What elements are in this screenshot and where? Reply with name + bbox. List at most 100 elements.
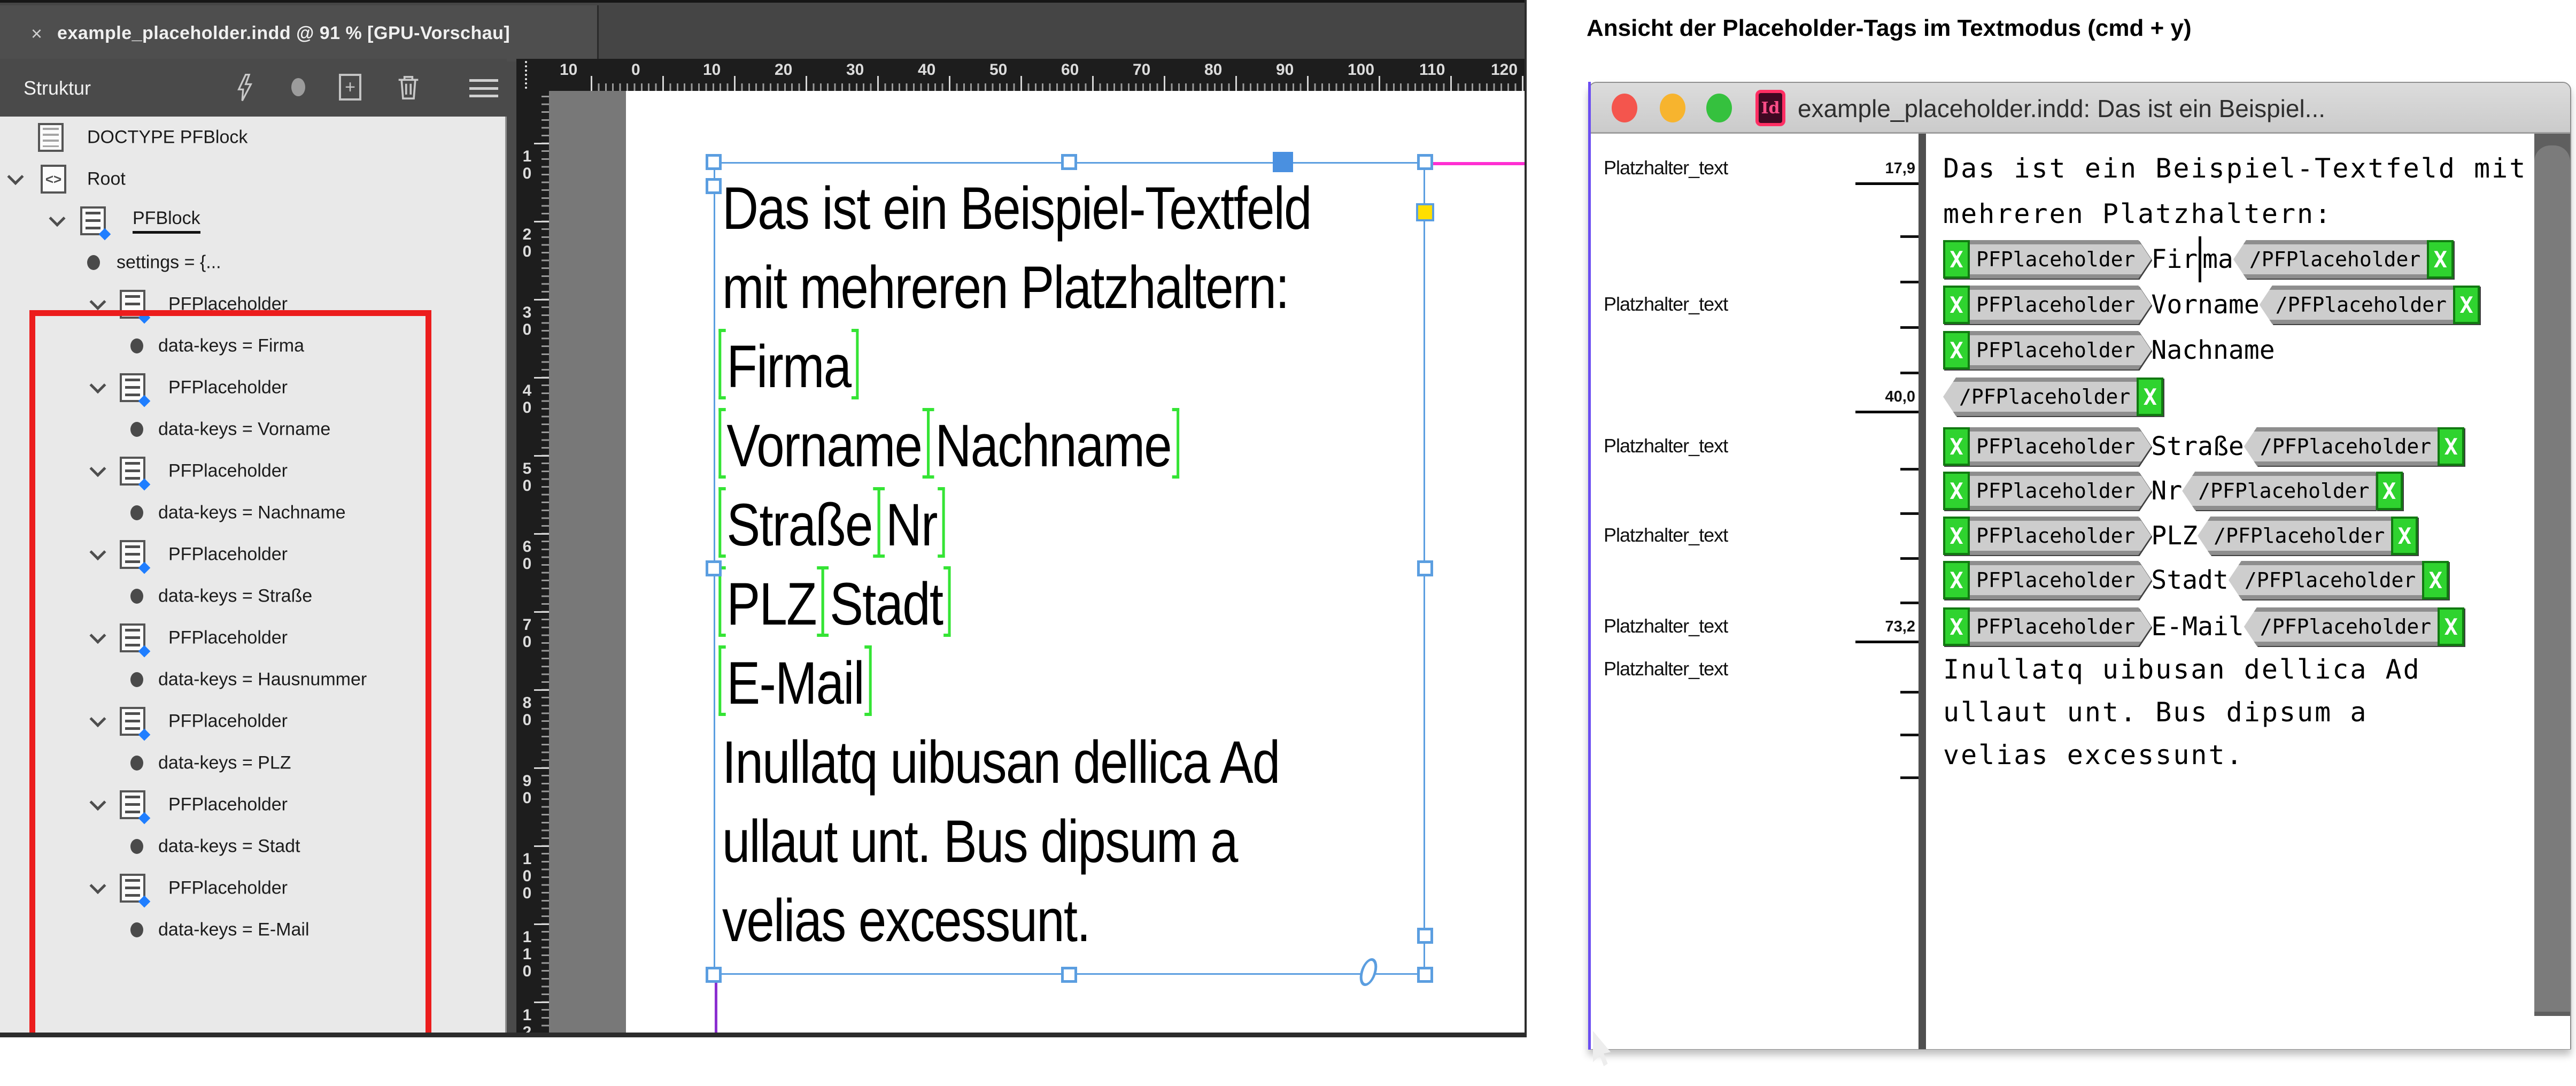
tree-row-data-keys-vorname[interactable]: data-keys = Vorname	[0, 409, 507, 450]
document-text-line: Firma	[722, 327, 1553, 406]
frame-handle[interactable]	[1417, 928, 1433, 944]
placeholder-tag-open[interactable]: XPFPlaceholder	[1943, 561, 2151, 599]
tag-marker-close-icon	[865, 645, 872, 716]
frame-handle[interactable]	[706, 560, 722, 576]
chevron-down-icon[interactable]	[89, 627, 106, 644]
chevron-down-icon[interactable]	[89, 294, 106, 310]
story-scrollbar-thumb[interactable]	[2534, 145, 2570, 1012]
frame-handle-solid[interactable]	[1273, 152, 1293, 172]
placeholder-tag-close[interactable]: /PFPlaceholderX	[2260, 286, 2480, 324]
chevron-down-icon[interactable]	[7, 168, 24, 185]
placeholder-tag-open[interactable]: XPFPlaceholder	[1943, 331, 2151, 369]
placeholder-tag-close[interactable]: /PFPlaceholderX	[2229, 561, 2449, 599]
frame-handle[interactable]	[1417, 154, 1433, 170]
v-ruler-label: 30	[516, 304, 538, 338]
tag-marker-open-icon	[718, 566, 725, 637]
tree-row-settings-[interactable]: settings = {...	[0, 242, 507, 283]
frame-handle[interactable]	[706, 967, 722, 983]
placeholder-tag-open[interactable]: XPFPlaceholder	[1943, 240, 2151, 279]
depth-value: 17,9	[1819, 160, 1915, 178]
frame-handle[interactable]	[1417, 560, 1433, 576]
depth-tick	[1900, 776, 1919, 779]
element-label: PFPlaceholder	[168, 294, 288, 315]
tree-row-doctype-pfblock[interactable]: DOCTYPE PFBlock	[0, 117, 507, 158]
placeholder-tag-open[interactable]: XPFPlaceholder	[1943, 472, 2151, 510]
element-lines	[125, 545, 140, 564]
tag-marker-close-icon	[852, 329, 858, 399]
placeholder-tag-open[interactable]: XPFPlaceholder	[1943, 286, 2151, 324]
zoom-button[interactable]	[1706, 94, 1732, 122]
story-scrollbar[interactable]	[2534, 134, 2570, 1016]
tree-row-data-keys-stra-e[interactable]: data-keys = Straße	[0, 575, 507, 617]
tree-row-pfplaceholder[interactable]: PFPlaceholder	[0, 534, 507, 575]
element-label: PFPlaceholder	[168, 461, 288, 482]
tree-row-pfplaceholder[interactable]: PFPlaceholder	[0, 283, 507, 325]
placeholder-tag-close[interactable]: /PFPlaceholderX	[2244, 427, 2464, 466]
tag-anchor-icon: X	[1943, 561, 1970, 599]
story-row: Das ist ein Beispiel-Textfeld mit	[1943, 143, 2527, 194]
vertical-ruler[interactable]: 102030405060708090100110120	[516, 91, 551, 1033]
tag-anchor-icon: X	[2427, 240, 2454, 279]
magenta-guide	[1425, 162, 1527, 165]
chevron-down-icon[interactable]	[89, 544, 106, 560]
tree-row-pfplaceholder[interactable]: PFPlaceholder	[0, 784, 507, 826]
tree-row-data-keys-plz[interactable]: data-keys = PLZ	[0, 742, 507, 784]
story-editor-titlebar[interactable]: Id example_placeholder.indd: Das ist ein…	[1589, 83, 2570, 134]
corner-edit-handle[interactable]	[1416, 203, 1434, 221]
placeholder-tag-open[interactable]: XPFPlaceholder	[1943, 607, 2151, 646]
element-icon: <>	[41, 165, 66, 194]
placeholder-tag-close[interactable]: /PFPlaceholderX	[2244, 607, 2464, 646]
minimize-button[interactable]	[1660, 94, 1685, 122]
tree-row-data-keys-firma[interactable]: data-keys = Firma	[0, 325, 507, 367]
tagged-indicator-icon	[138, 479, 151, 491]
tree-row-pfplaceholder[interactable]: PFPlaceholder	[0, 450, 507, 492]
story-divider[interactable]	[1919, 134, 1926, 1049]
attribute-dot-icon	[130, 839, 143, 854]
story-editor-content[interactable]: Platzhalter_text17,9Das ist ein Beispiel…	[1589, 134, 2570, 1049]
frame-handle[interactable]	[706, 154, 722, 170]
tree-row-data-keys-e-mail[interactable]: data-keys = E-Mail	[0, 909, 507, 951]
document-tab[interactable]: × example_placeholder.indd @ 91 % [GPU-V…	[0, 5, 599, 61]
frame-handle[interactable]	[706, 178, 722, 194]
tag-anchor-icon: X	[2438, 607, 2464, 646]
tree-row-pfplaceholder[interactable]: PFPlaceholder	[0, 867, 507, 909]
record-icon[interactable]	[291, 78, 305, 96]
placeholder-tag-close[interactable]: /PFPlaceholderX	[2198, 517, 2418, 555]
placeholder-tag-open[interactable]: XPFPlaceholder	[1943, 427, 2151, 466]
chevron-down-icon[interactable]	[49, 210, 65, 227]
attribute-label: data-keys = Firma	[158, 336, 304, 357]
tree-row-pfplaceholder[interactable]: PFPlaceholder	[0, 367, 507, 409]
panel-menu-icon[interactable]	[469, 79, 498, 97]
frame-handle[interactable]	[1061, 154, 1077, 170]
tab-close-icon[interactable]: ×	[31, 22, 42, 45]
tree-row-data-keys-nachname[interactable]: data-keys = Nachname	[0, 492, 507, 534]
chevron-down-icon[interactable]	[89, 377, 106, 394]
depth-tick	[1900, 691, 1919, 694]
add-icon[interactable]: +	[339, 74, 361, 101]
chevron-down-icon[interactable]	[89, 877, 106, 894]
lightning-icon[interactable]	[235, 74, 254, 102]
document-text-line: ullaut unt. Bus dipsum a	[722, 802, 1553, 881]
chevron-down-icon[interactable]	[89, 711, 106, 727]
close-button[interactable]	[1612, 94, 1637, 122]
horizontal-ruler[interactable]: 100102030405060708090100110120	[551, 59, 1527, 91]
tree-row-pfblock[interactable]: PFBlock	[0, 200, 507, 242]
tree-row-data-keys-stadt[interactable]: data-keys = Stadt	[0, 826, 507, 867]
tree-row-root[interactable]: <>Root	[0, 158, 507, 200]
depth-tick	[1900, 468, 1919, 471]
tree-row-pfplaceholder[interactable]: PFPlaceholder	[0, 700, 507, 742]
tree-row-pfplaceholder[interactable]: PFPlaceholder	[0, 617, 507, 659]
story-row: mehreren Platzhaltern:	[1943, 188, 2332, 240]
trash-icon[interactable]	[397, 74, 420, 102]
tree-row-data-keys-hausnummer[interactable]: data-keys = Hausnummer	[0, 659, 507, 700]
placeholder-tag-close[interactable]: /PFPlaceholderX	[1943, 378, 2163, 416]
frame-handle[interactable]	[1417, 967, 1433, 983]
depth-tick	[1900, 372, 1919, 374]
placeholder-tag-close[interactable]: /PFPlaceholderX	[2233, 240, 2454, 279]
ruler-corner[interactable]	[516, 59, 551, 91]
placeholder-tag-close[interactable]: /PFPlaceholderX	[2182, 472, 2402, 510]
placeholder-tag-open[interactable]: XPFPlaceholder	[1943, 517, 2151, 555]
chevron-down-icon[interactable]	[89, 794, 106, 811]
frame-handle[interactable]	[1061, 967, 1077, 983]
chevron-down-icon[interactable]	[89, 460, 106, 477]
